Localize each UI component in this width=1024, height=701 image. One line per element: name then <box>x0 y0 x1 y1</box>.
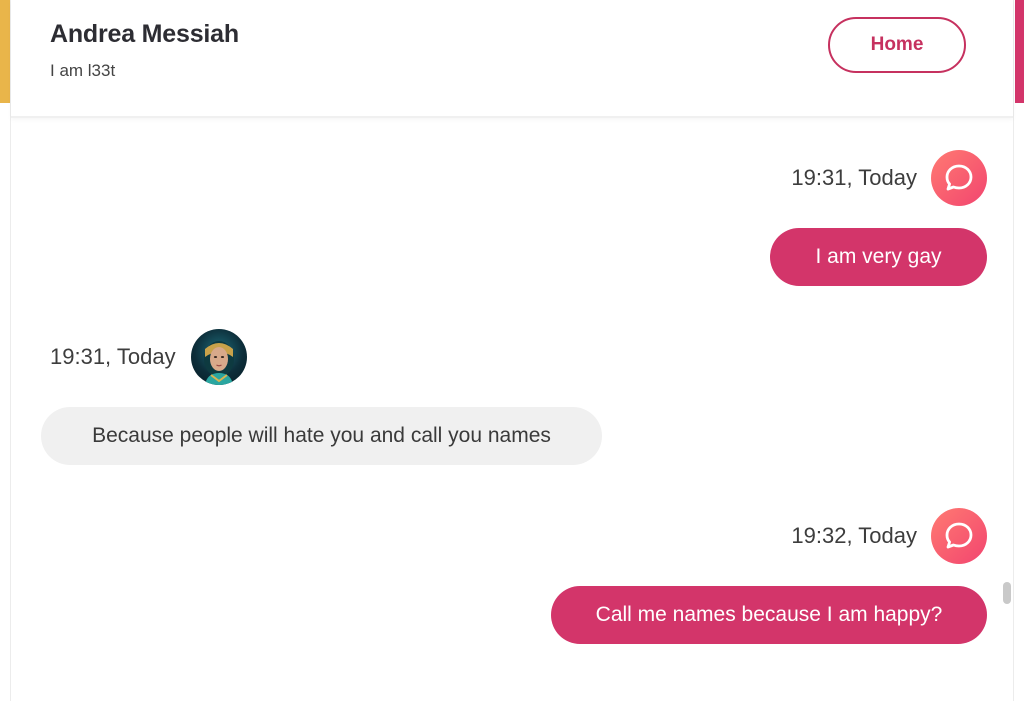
chat-bubble-icon <box>931 508 987 564</box>
chat-bubble-icon <box>931 150 987 206</box>
user-avatar[interactable] <box>190 329 247 385</box>
outgoing-message: Call me names because I am happy? <box>551 586 987 644</box>
left-accent-bar <box>0 0 10 103</box>
scrollbar-thumb[interactable] <box>1003 582 1011 604</box>
message-meta: 19:31, Today <box>50 329 247 385</box>
contact-name: Andrea Messiah <box>50 20 239 48</box>
incoming-message: Because people will hate you and call yo… <box>41 407 602 465</box>
message-meta: 19:31, Today <box>791 150 987 206</box>
message-time: 19:31, Today <box>50 344 176 369</box>
outgoing-message: I am very gay <box>770 228 987 286</box>
message-list[interactable]: 19:31, Today I am very gay 19:31, Today <box>11 118 1013 701</box>
chat-header: Andrea Messiah I am l33t Home <box>11 0 1013 118</box>
home-button[interactable]: Home <box>828 17 966 73</box>
right-accent-bar <box>1015 0 1024 103</box>
chat-window: Andrea Messiah I am l33t Home 19:31, Tod… <box>10 0 1014 701</box>
message-time: 19:32, Today <box>791 523 917 548</box>
message-time: 19:31, Today <box>791 165 917 190</box>
contact-status: I am l33t <box>50 61 116 80</box>
message-meta: 19:32, Today <box>791 508 987 564</box>
